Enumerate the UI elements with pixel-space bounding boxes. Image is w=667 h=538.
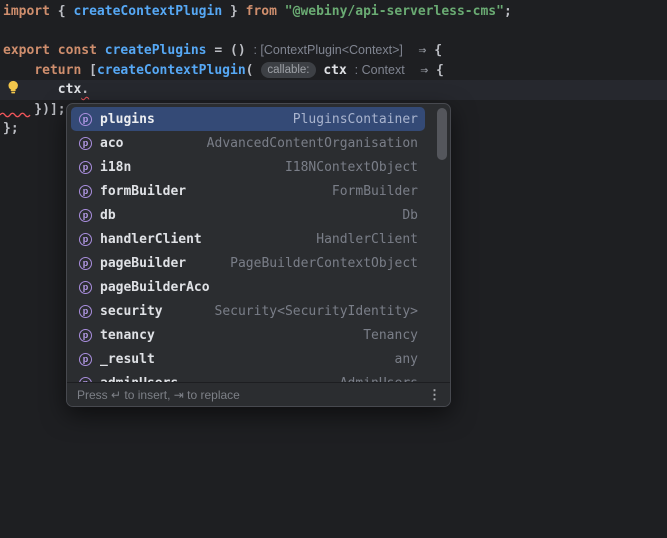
ide-editor-window: import { createContextPlugin } from "@we… — [0, 0, 667, 538]
completion-item-type: any — [394, 351, 418, 367]
completion-item-label: security — [100, 303, 163, 319]
property-icon: p — [79, 328, 92, 342]
intention-bulb-icon[interactable] — [7, 80, 20, 95]
popup-footer: Press ↵ to insert, ⇥ to replace ⋮ — [67, 382, 450, 406]
completion-item-label: aco — [100, 135, 124, 151]
completion-item[interactable]: p _result any — [71, 347, 425, 371]
completion-item-label: i18n — [100, 159, 132, 175]
property-icon: p — [79, 256, 92, 270]
completion-item-label: pageBuilderAco — [100, 279, 210, 295]
property-icon: p — [79, 112, 92, 126]
popup-more-menu-icon[interactable]: ⋮ — [428, 387, 441, 403]
completion-item[interactable]: p security Security<SecurityIdentity> — [71, 299, 425, 323]
property-icon: p — [79, 184, 92, 198]
code-line[interactable] — [3, 22, 512, 42]
completion-item-type: Tenancy — [363, 327, 418, 343]
property-icon: p — [79, 280, 92, 294]
property-icon: p — [79, 352, 92, 366]
code-line[interactable]: export const createPlugins = () : [Conte… — [3, 41, 512, 61]
completion-item-type: FormBuilder — [331, 183, 418, 199]
completion-item-type: I18NContextObject — [284, 159, 418, 175]
property-icon: p — [79, 304, 92, 318]
popup-scrollbar[interactable] — [437, 108, 447, 160]
completion-item-label: tenancy — [100, 327, 155, 343]
completion-popup: p plugins PluginsContainer p aco Advance… — [66, 103, 451, 407]
completion-item[interactable]: p handlerClient HandlerClient — [71, 227, 425, 251]
completion-item-label: db — [100, 207, 116, 223]
code-line[interactable]: return [createContextPlugin( callable: c… — [3, 61, 512, 81]
completion-item[interactable]: p formBuilder FormBuilder — [71, 179, 425, 203]
completion-item[interactable]: p tenancy Tenancy — [71, 323, 425, 347]
completion-item[interactable]: p i18n I18NContextObject — [71, 155, 425, 179]
property-icon: p — [79, 160, 92, 174]
completion-item-label: formBuilder — [100, 183, 187, 199]
error-squiggle — [0, 112, 31, 118]
completion-item-label: plugins — [100, 111, 155, 127]
completion-item[interactable]: p pageBuilderAco — [71, 275, 425, 299]
completion-item-type: AdvancedContentOrganisation — [206, 135, 418, 151]
completion-item-type: PageBuilderContextObject — [230, 255, 418, 271]
completion-list: p plugins PluginsContainer p aco Advance… — [67, 105, 450, 382]
completion-item-type: PluginsContainer — [292, 111, 418, 127]
completion-item[interactable]: p adminUsers AdminUsers — [71, 371, 425, 382]
completion-item-type: Db — [402, 207, 418, 223]
completion-item-label: pageBuilder — [100, 255, 187, 271]
code-line[interactable]: ctx. — [3, 80, 512, 100]
completion-item-type: Security<SecurityIdentity> — [214, 303, 419, 319]
property-icon: p — [79, 136, 92, 150]
completion-item[interactable]: p aco AdvancedContentOrganisation — [71, 131, 425, 155]
completion-item[interactable]: p plugins PluginsContainer — [71, 107, 425, 131]
popup-hint-text: Press ↵ to insert, ⇥ to replace — [77, 387, 240, 402]
completion-item-type: HandlerClient — [316, 231, 418, 247]
completion-item[interactable]: p db Db — [71, 203, 425, 227]
property-icon: p — [79, 208, 92, 222]
completion-item[interactable]: p pageBuilder PageBuilderContextObject — [71, 251, 425, 275]
completion-item-label: _result — [100, 351, 155, 367]
code-line[interactable]: import { createContextPlugin } from "@we… — [3, 2, 512, 22]
completion-item-label: handlerClient — [100, 231, 202, 247]
property-icon: p — [79, 232, 92, 246]
